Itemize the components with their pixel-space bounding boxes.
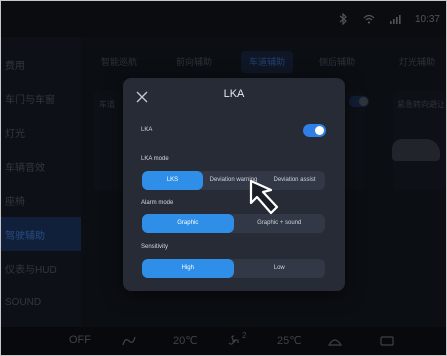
lka-mode-label: LKA mode xyxy=(141,156,169,162)
dialog-title: LKA xyxy=(223,88,245,100)
lka-mode-option-deviation-warning[interactable]: Deviation warning xyxy=(203,171,264,190)
lka-toggle[interactable] xyxy=(303,124,326,137)
sensitivity-selector: High Low xyxy=(142,259,325,278)
toggle-knob xyxy=(315,126,324,135)
alarm-mode-option-graphic[interactable]: Graphic xyxy=(142,214,234,233)
alarm-mode-option-graphic-sound[interactable]: Graphic + sound xyxy=(234,214,326,233)
alarm-mode-selector: Graphic Graphic + sound xyxy=(142,214,325,233)
screen-frame: 10:37 费用 车门与车窗 灯光 车辆音效 座椅 驾驶辅助 仪表与HUD SO… xyxy=(0,0,447,356)
lka-mode-option-lks[interactable]: LKS xyxy=(142,171,203,190)
lka-label: LKA xyxy=(141,127,153,133)
lka-mode-option-deviation-assist[interactable]: Deviation assist xyxy=(264,171,325,190)
lka-mode-selector: LKS Deviation warning Deviation assist xyxy=(142,171,325,190)
sensitivity-option-high[interactable]: High xyxy=(142,259,234,278)
sensitivity-option-low[interactable]: Low xyxy=(234,259,326,278)
lka-dialog: LKA LKA LKA mode LKS Deviation warning D… xyxy=(123,78,345,291)
sensitivity-label: Sensitivity xyxy=(141,244,169,250)
alarm-mode-label: Alarm mode xyxy=(141,200,174,206)
